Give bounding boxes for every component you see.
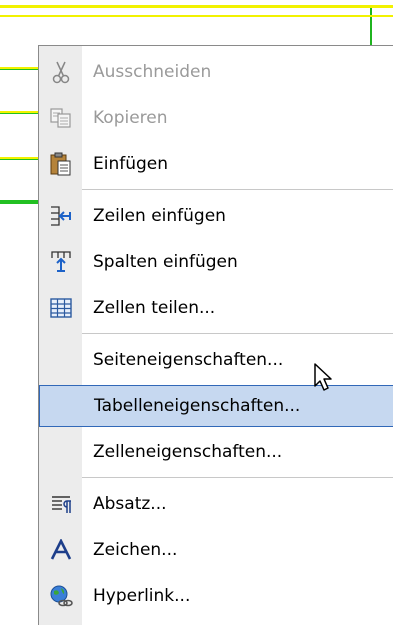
menu-item-label: Seiteneigenschaften... [93, 350, 284, 370]
menu-item-insert-rows[interactable]: Zeilen einfügen [39, 195, 393, 237]
menu-item-label: Ausschneiden [93, 62, 212, 82]
paragraph-icon [39, 483, 82, 525]
menu-item-insert-columns[interactable]: Spalten einfügen [39, 241, 393, 283]
menu-item-label: Absatz... [93, 494, 167, 514]
menu-item-label: Zelleneigenschaften... [93, 442, 283, 462]
menu-item-cut[interactable]: Ausschneiden [39, 51, 393, 93]
menu-item-table-properties[interactable]: Tabelleneigenschaften... [39, 385, 393, 427]
menu-item-label: Tabelleneigenschaften... [94, 396, 301, 416]
table-row-line-2-green [0, 113, 38, 114]
split-cells-icon [39, 287, 82, 329]
menu-separator [82, 333, 393, 334]
table-border-vertical [370, 8, 372, 48]
insert-rows-icon [39, 195, 82, 237]
insert-columns-icon [39, 241, 82, 283]
menu-item-label: Einfügen [93, 154, 169, 174]
menu-item-paste[interactable]: Einfügen [39, 143, 393, 185]
menu-item-label: Zeichen... [93, 540, 178, 560]
menu-item-paragraph[interactable]: Absatz... [39, 483, 393, 525]
clipboard-paste-icon [39, 143, 82, 185]
table-row-line-4 [0, 200, 38, 204]
scissors-icon [39, 51, 82, 93]
menu-item-label: Hyperlink... [93, 586, 191, 606]
menu-item-hyperlink[interactable]: Hyperlink... [39, 575, 393, 617]
font-icon [39, 529, 82, 571]
menu-item-copy[interactable]: Kopieren [39, 97, 393, 139]
table-border-top-inner [370, 15, 393, 17]
table-row-line-3-green [0, 159, 38, 160]
menu-item-page-properties[interactable]: Seiteneigenschaften... [39, 339, 393, 381]
menu-item-label: Spalten einfügen [93, 252, 238, 272]
menu-item-cell-properties[interactable]: Zelleneigenschaften... [39, 431, 393, 473]
menu-item-label: Kopieren [93, 108, 168, 128]
table-border-left [0, 15, 370, 17]
table-row-line-1-green [0, 69, 38, 70]
mouse-cursor-icon [313, 362, 335, 396]
table-border-top [0, 5, 393, 8]
menu-item-label: Zellen teilen... [93, 298, 216, 318]
hyperlink-globe-icon [39, 575, 82, 617]
menu-separator [82, 189, 393, 190]
menu-item-label: Zeilen einfügen [93, 206, 226, 226]
menu-item-character[interactable]: Zeichen... [39, 529, 393, 571]
menu-separator [82, 477, 393, 478]
context-menu: Ausschneiden Kopieren Einfügen Zeilen ei… [38, 45, 393, 625]
menu-item-split-cells[interactable]: Zellen teilen... [39, 287, 393, 329]
copy-icon [39, 97, 82, 139]
